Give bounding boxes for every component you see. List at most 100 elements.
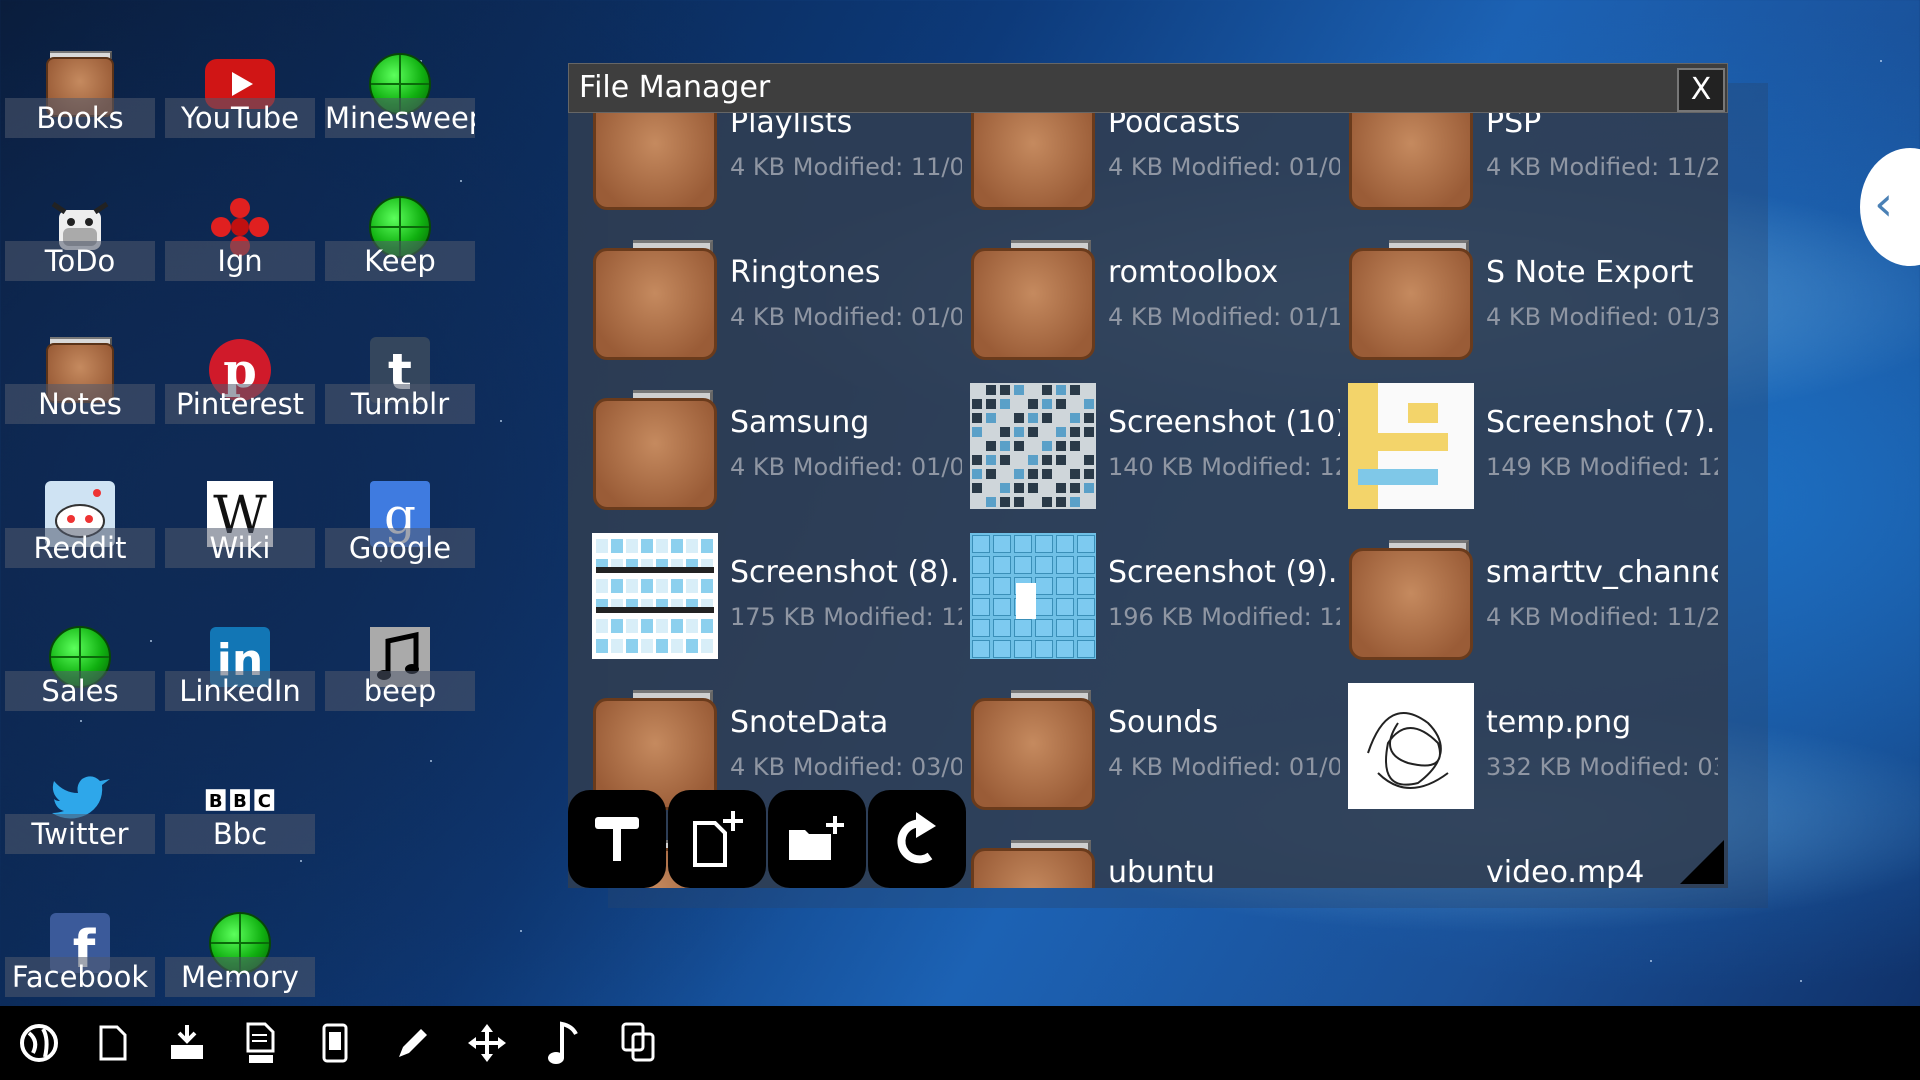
desktop-icon-books[interactable]: Books — [5, 40, 155, 170]
file-item[interactable]: temp.png 332 KB Modified: 03 — [1348, 673, 1718, 813]
new-file-icon — [693, 811, 743, 867]
file-item[interactable]: Screenshot (7).png 149 KB Modified: 12/2 — [1348, 373, 1718, 513]
desktop-icon-twitter[interactable]: Twitter — [5, 756, 155, 886]
desktop-icon-wiki[interactable]: W Wiki — [165, 470, 315, 600]
desktop-icon-sales[interactable]: Sales — [5, 613, 155, 743]
file-meta: 332 KB Modified: 03 — [1486, 753, 1718, 781]
file-name: Screenshot (9).png — [1108, 555, 1340, 590]
desktop-icon-label: Wiki — [165, 528, 315, 568]
video-icon — [1348, 833, 1474, 888]
image-thumbnail — [970, 533, 1096, 659]
file-name: temp.png — [1486, 705, 1632, 740]
new-folder-button[interactable] — [768, 790, 866, 888]
file-meta: 4 KB Modified: 11/05 — [730, 153, 962, 181]
desktop-icon-linkedin[interactable]: in LinkedIn — [165, 613, 315, 743]
folder-item[interactable]: smarttv_channels 4 KB Modified: 11/24/ — [1348, 523, 1718, 663]
file-item[interactable]: Screenshot (9).png 196 KB Modified: 12/2 — [970, 523, 1340, 663]
resize-handle[interactable] — [1680, 840, 1724, 884]
pencil-icon[interactable] — [388, 1018, 438, 1068]
pdf-icon[interactable] — [236, 1018, 286, 1068]
file-meta: 4 KB Modified: 11/23/ — [1486, 153, 1718, 181]
side-drawer-tab[interactable]: ‹ — [1860, 148, 1920, 266]
file-list[interactable]: Playlists 4 KB Modified: 11/05 Podcasts 4 K… — [568, 113, 1728, 888]
desktop-icon-minesweeper[interactable]: Minesweeper — [325, 40, 475, 170]
svg-text:C: C — [258, 791, 271, 812]
folder-item[interactable]: S Note Export 4 KB Modified: 01/31 — [1348, 223, 1718, 363]
file-thumbnail — [970, 533, 1096, 659]
close-button[interactable]: X — [1677, 68, 1725, 112]
file-manager-window: File Manager X Playlists 4 KB Modified: 1… — [568, 63, 1768, 908]
folder-item[interactable]: ubuntu — [970, 823, 1340, 888]
folder-item[interactable]: romtoolbox 4 KB Modified: 01/18 — [970, 223, 1340, 363]
taskbar — [0, 1006, 1920, 1080]
folder-icon — [593, 113, 717, 210]
file-item[interactable]: Screenshot (10).png 140 KB Modified: 12/ — [970, 373, 1340, 513]
refresh-button[interactable] — [868, 790, 966, 888]
file-item[interactable]: Screenshot (8).png 175 KB Modified: 12/2 — [592, 523, 962, 663]
desktop-icon-google[interactable]: g Google — [325, 470, 475, 600]
file-name: Sounds — [1108, 705, 1219, 740]
file-thumbnail — [592, 533, 718, 659]
paint-roller-icon — [595, 817, 639, 861]
document-icon[interactable] — [88, 1018, 138, 1068]
window-titlebar[interactable]: File Manager X — [568, 63, 1728, 113]
folder-item[interactable]: Podcasts 4 KB Modified: 01/01 — [970, 113, 1340, 213]
desktop-icon-label: Facebook — [5, 957, 155, 997]
file-name: Ringtones — [730, 255, 881, 290]
image-thumbnail — [1348, 383, 1474, 509]
desktop-icon-todo[interactable]: ToDo — [5, 183, 155, 313]
folder-item[interactable]: Playlists 4 KB Modified: 11/05 — [592, 113, 962, 213]
globe-icon[interactable] — [14, 1018, 64, 1068]
folder-item[interactable]: Sounds 4 KB Modified: 01/01 — [970, 673, 1340, 813]
file-name: smarttv_channels — [1486, 555, 1718, 590]
desktop-icon-notes[interactable]: Notes — [5, 326, 155, 456]
desktop-icon-ign[interactable]: Ign — [165, 183, 315, 313]
folder-icon — [593, 384, 717, 510]
desktop-icon-label: Reddit — [5, 528, 155, 568]
image-thumbnail — [592, 533, 718, 659]
file-meta: 4 KB Modified: 03/0 — [730, 753, 962, 781]
download-tray-icon[interactable] — [162, 1018, 212, 1068]
desktop-icon-youtube[interactable]: YouTube — [165, 40, 315, 170]
folder-icon — [971, 234, 1095, 360]
desktop-icon-reddit[interactable]: Reddit — [5, 470, 155, 600]
phone-icon[interactable] — [310, 1018, 360, 1068]
file-meta: 4 KB Modified: 11/24/ — [1486, 603, 1718, 631]
desktop-icon-tumblr[interactable]: t Tumblr — [325, 326, 475, 456]
file-thumbnail — [970, 383, 1096, 509]
desktop-icon-pinterest[interactable]: p Pinterest — [165, 326, 315, 456]
file-name: PSP — [1486, 113, 1542, 140]
music-note-icon[interactable] — [538, 1018, 588, 1068]
file-name: Screenshot (10).png — [1108, 405, 1340, 440]
desktop-icon-label: Pinterest — [165, 384, 315, 424]
folder-item[interactable]: Samsung 4 KB Modified: 01/01 — [592, 373, 962, 513]
desktop-icon-label: LinkedIn — [165, 671, 315, 711]
desktop-icon-bbc[interactable]: B B C Bbc — [165, 756, 315, 886]
file-name: Screenshot (8).png — [730, 555, 962, 590]
move-arrows-icon[interactable] — [462, 1018, 512, 1068]
file-thumbnail — [1348, 833, 1474, 888]
file-name: Samsung — [730, 405, 870, 440]
desktop-icon-label: Tumblr — [325, 384, 475, 424]
desktop-icon-label: Minesweeper — [325, 98, 475, 138]
svg-text:B: B — [209, 791, 223, 812]
desktop-icon-label: Bbc — [165, 814, 315, 854]
desktop-icon-beep[interactable]: beep — [325, 613, 475, 743]
file-meta: 4 KB Modified: 01/31 — [1486, 303, 1718, 331]
folder-icon — [1349, 113, 1473, 210]
desktop-icon-keep[interactable]: Keep — [325, 183, 475, 313]
file-meta: 4 KB Modified: 01/18 — [1108, 303, 1340, 331]
file-meta: 175 KB Modified: 12/2 — [730, 603, 962, 631]
file-meta: 140 KB Modified: 12/ — [1108, 453, 1340, 481]
folder-item[interactable]: PSP 4 KB Modified: 11/23/ — [1348, 113, 1718, 213]
paint-roller-button[interactable] — [568, 790, 666, 888]
desktop-icon-label: beep — [325, 671, 475, 711]
folder-item[interactable]: Ringtones 4 KB Modified: 01/01 — [592, 223, 962, 363]
file-item[interactable]: video.mp4 — [1348, 823, 1718, 888]
refresh-icon — [897, 812, 936, 864]
file-thumbnail — [970, 833, 1096, 888]
copy-icon[interactable] — [614, 1018, 664, 1068]
folder-icon — [971, 684, 1095, 810]
new-file-button[interactable] — [668, 790, 766, 888]
desktop-icon-label: Notes — [5, 384, 155, 424]
